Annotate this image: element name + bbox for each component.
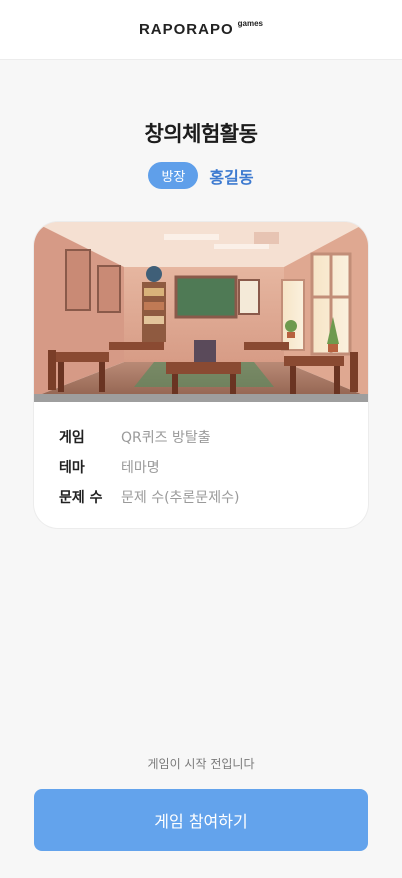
logo: RAPORAPO games xyxy=(138,19,264,38)
info-row-theme: 테마 테마명 xyxy=(59,452,239,482)
info-row-game: 게임 QR퀴즈 방탈출 xyxy=(59,422,239,452)
room-title: 창의체험활동 xyxy=(144,122,258,146)
game-card: 게임 QR퀴즈 방탈출 테마 테마명 문제 수 문제 수(추론문제수) xyxy=(34,222,368,528)
info-label: 게임 xyxy=(59,430,85,446)
app-header: RAPORAPO games xyxy=(0,0,402,60)
classroom-illustration xyxy=(34,222,368,402)
host-info: 방장 홍길동 xyxy=(0,162,402,189)
info-label: 테마 xyxy=(59,460,85,476)
host-name: 홍길동 xyxy=(209,167,254,187)
game-info: 게임 QR퀴즈 방탈출 테마 테마명 문제 수 문제 수(추론문제수) xyxy=(59,422,239,512)
info-row-question-count: 문제 수 문제 수(추론문제수) xyxy=(59,482,239,512)
info-label: 문제 수 xyxy=(59,490,103,506)
info-value: QR퀴즈 방탈출 xyxy=(121,430,211,446)
info-value: 문제 수(추론문제수) xyxy=(121,490,240,506)
logo-sub-text: games xyxy=(237,19,264,28)
logo-text: RAPORAPO xyxy=(138,21,234,38)
join-game-button[interactable]: 게임 참여하기 xyxy=(34,789,368,851)
game-status-text: 게임이 시작 전입니다 xyxy=(147,757,255,771)
host-badge: 방장 xyxy=(148,162,199,189)
info-value: 테마명 xyxy=(121,460,160,476)
